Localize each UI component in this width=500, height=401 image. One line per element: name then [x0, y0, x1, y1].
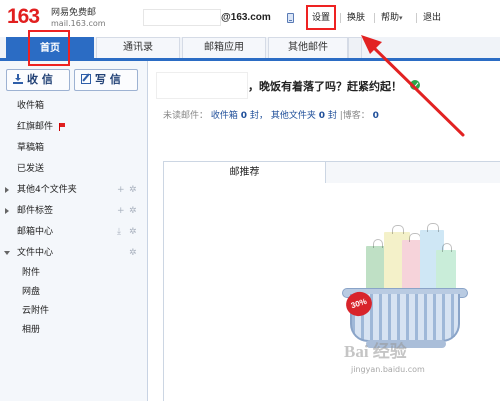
compose-button[interactable]: 写 信 [74, 69, 138, 91]
tab-mail-recommend[interactable]: 邮推荐 [163, 161, 326, 183]
unread-label: 未读邮件： [163, 111, 209, 121]
sidebar-item-label: 网盘 [22, 287, 41, 297]
logo-163[interactable]: 163 [7, 6, 40, 27]
panel-border [163, 183, 164, 401]
mail-stats: 未读邮件： 收件箱 0 封， 其他文件夹 0 封 |博客： 0 [163, 110, 379, 122]
sidebar-item-file-center[interactable]: 文件中心 ✲ [0, 243, 147, 263]
divider [416, 13, 417, 23]
expand-arrow-icon[interactable] [5, 187, 12, 193]
sidebar-item-label: 收件箱 [17, 101, 45, 111]
sidebar-item-label: 草稿箱 [17, 143, 45, 153]
divider [374, 13, 375, 23]
inbox-unit: 封 [249, 111, 259, 121]
gear-icon[interactable]: ✲ [129, 180, 137, 200]
add-icon[interactable]: + [117, 201, 125, 221]
add-icon[interactable]: + [117, 180, 125, 200]
switch-skin-link[interactable]: 换肤 [347, 12, 365, 24]
logo-domain: mail.163.com [51, 19, 106, 28]
sidebar-item-drafts[interactable]: 草稿箱 [0, 138, 147, 158]
tab-other-mail[interactable]: 其他邮件 [268, 37, 348, 58]
highlight-box-settings [306, 5, 336, 30]
inbox-count[interactable]: 0 [241, 111, 247, 121]
blog-label: |博客： [339, 111, 370, 121]
panel-tab-strip [326, 161, 500, 183]
sidebar-item-label: 相册 [22, 325, 41, 335]
compose-label: 写 信 [95, 73, 121, 86]
baidu-watermark: Bai 经验 [344, 342, 407, 361]
logo-service-name: 网易免费邮 [51, 8, 97, 18]
sidebar: 收 信 写 信 收件箱 红旗邮件 草稿箱 已发送 其他4个文件夹 + ✲ 邮件标… [0, 61, 148, 401]
other-folders-count[interactable]: 0 [319, 111, 325, 121]
top-header: 163 网易免费邮 mail.163.com @163.com 设置 换肤 帮助… [0, 0, 500, 37]
shopping-bag-icon [436, 243, 456, 290]
tab-overflow[interactable] [348, 37, 362, 58]
sidebar-item-label: 邮件标签 [17, 206, 54, 216]
sidebar-item-label: 文件中心 [17, 248, 54, 258]
sidebar-item-cloud-attachments[interactable]: 云附件 [0, 301, 147, 321]
inbox-link[interactable]: 收件箱 [211, 111, 238, 121]
greeting-text: ，晚饭有着落了吗？赶紧约起！ [248, 80, 402, 93]
main-tab-bar: 首页 通讯录 邮箱应用 其他邮件 [0, 37, 500, 61]
blog-count[interactable]: 0 [373, 111, 379, 121]
sidebar-item-other-folders[interactable]: 其他4个文件夹 + ✲ [0, 180, 147, 200]
sidebar-item-label: 邮箱中心 [17, 227, 54, 237]
tab-mail-apps[interactable]: 邮箱应用 [182, 37, 266, 58]
receive-label: 收 信 [27, 73, 53, 86]
expand-arrow-icon[interactable] [5, 208, 12, 214]
sidebar-item-flagged[interactable]: 红旗邮件 [0, 117, 147, 137]
chevron-down-icon: ▾ [399, 14, 403, 22]
red-flag-icon [59, 123, 65, 131]
sidebar-item-netdisk[interactable]: 网盘 [0, 282, 147, 302]
gear-icon[interactable]: ✲ [129, 201, 137, 221]
gear-icon[interactable]: ✲ [129, 222, 137, 242]
sidebar-item-label: 其他4个文件夹 [17, 185, 77, 195]
receive-button[interactable]: 收 信 [6, 69, 70, 91]
pencil-icon [81, 74, 91, 84]
other-folders-link[interactable]: 其他文件夹 [271, 111, 316, 121]
verified-check-icon[interactable] [410, 80, 420, 90]
sidebar-item-label: 红旗邮件 [17, 122, 54, 132]
sidebar-item-mail-center[interactable]: 邮箱中心 ⤓ ✲ [0, 222, 147, 242]
sidebar-item-label: 已发送 [17, 164, 45, 174]
sidebar-item-label: 附件 [22, 268, 41, 278]
account-name-redacted [143, 9, 221, 26]
sidebar-item-labels[interactable]: 邮件标签 + ✲ [0, 201, 147, 221]
help-menu[interactable]: 帮助▾ [381, 12, 403, 24]
gear-icon[interactable]: ✲ [129, 243, 137, 263]
other-folders-unit: 封 [327, 111, 337, 121]
help-label: 帮助 [381, 13, 400, 23]
download-icon[interactable]: ⤓ [117, 222, 121, 242]
watermark-url: jingyan.baidu.com [351, 365, 425, 374]
tab-contacts[interactable]: 通讯录 [96, 37, 180, 58]
logout-link[interactable]: 退出 [423, 12, 441, 24]
sidebar-item-sent[interactable]: 已发送 [0, 159, 147, 179]
sidebar-item-attachments[interactable]: 附件 [0, 263, 147, 283]
collapse-arrow-icon[interactable] [4, 251, 10, 258]
user-name-redacted [156, 72, 248, 99]
highlight-box-home [28, 30, 70, 66]
download-icon [13, 74, 23, 84]
sidebar-item-inbox[interactable]: 收件箱 [0, 96, 147, 116]
sidebar-item-label: 云附件 [22, 306, 50, 316]
divider [340, 13, 341, 23]
sidebar-item-album[interactable]: 相册 [0, 320, 147, 340]
account-domain[interactable]: @163.com [221, 12, 271, 24]
mobile-icon[interactable] [287, 13, 294, 23]
stats-comma: ， [258, 111, 268, 121]
